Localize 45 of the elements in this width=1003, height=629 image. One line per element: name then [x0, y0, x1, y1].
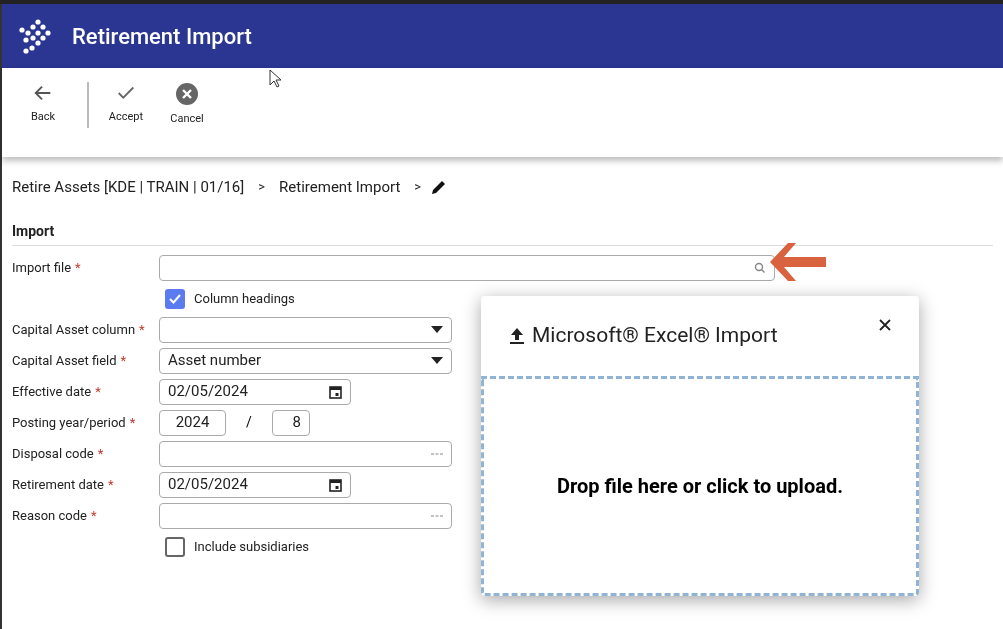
close-button[interactable] — [879, 318, 893, 332]
breadcrumb-separator: > — [258, 178, 266, 197]
code-field[interactable] — [159, 440, 452, 467]
mouse-cursor-icon — [269, 69, 283, 88]
field-label: Capital Asset column * — [12, 320, 146, 339]
section-heading: Import — [12, 223, 55, 239]
caret-icon — [431, 357, 443, 364]
breadcrumb-link[interactable]: Retire Assets [KDE | TRAIN | 01/16] — [12, 175, 245, 199]
field-label: Effective date * — [12, 382, 102, 401]
caret-icon — [431, 326, 443, 333]
checkbox-label: Include subsidiaries — [194, 537, 310, 556]
field-label: Reason code * — [12, 506, 98, 525]
toolbar-button[interactable]: Accept — [100, 82, 152, 126]
calendar-icon — [329, 384, 342, 399]
page-title: Retirement Import — [72, 22, 252, 51]
dialog-title: Microsoft® Excel® Import — [532, 322, 778, 349]
dropdown-field[interactable] — [159, 316, 452, 343]
code-field[interactable] — [159, 502, 452, 529]
checkbox-label: Column headings — [194, 289, 295, 308]
toolbar-button[interactable]: Cancel — [161, 82, 213, 128]
cancel-icon — [175, 82, 199, 106]
pencil-icon[interactable] — [431, 179, 448, 195]
field-label: Disposal code * — [12, 444, 105, 463]
checkbox[interactable] — [165, 536, 185, 557]
dropdown-field[interactable]: Asset number — [159, 347, 452, 374]
date-field[interactable]: 02/05/2024 — [159, 471, 351, 498]
calendar-icon — [329, 477, 342, 492]
upload-icon — [510, 327, 524, 344]
field-label: Import file * — [12, 258, 82, 277]
breadcrumb-separator: > — [414, 178, 422, 197]
period-field[interactable]: 8 — [272, 409, 310, 436]
field-label: Posting year/period * — [12, 413, 137, 432]
more-icon — [431, 452, 443, 455]
breadcrumb-link[interactable]: Retirement Import — [279, 175, 401, 199]
separator: / — [245, 413, 253, 432]
checkbox[interactable] — [165, 288, 185, 309]
import-file-field[interactable] — [159, 254, 775, 281]
file-drop-zone[interactable]: Drop file here or click to upload. — [481, 376, 919, 596]
date-field[interactable]: 02/05/2024 — [159, 378, 351, 405]
year-field[interactable]: 2024 — [159, 409, 226, 436]
toolbar-button[interactable]: Back — [17, 82, 69, 126]
more-icon — [431, 514, 443, 517]
search-icon — [754, 261, 766, 274]
field-label: Retirement date * — [12, 475, 115, 494]
field-label: Capital Asset field * — [12, 351, 128, 370]
